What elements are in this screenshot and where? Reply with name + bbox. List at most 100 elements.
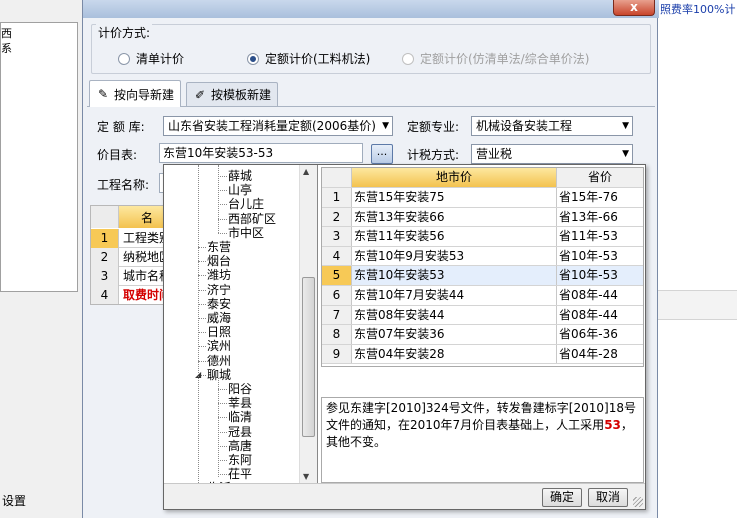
radio-quota-bill-pricing: 定额计价(仿清单法/综合单价法) — [402, 50, 589, 67]
tree-connector — [218, 445, 227, 447]
table-row[interactable]: 4 东营10年9月安装53 省10年-53 — [322, 246, 643, 267]
radio-label: 定额计价(仿清单法/综合单价法) — [420, 52, 590, 66]
pricing-method-title: 计价方式: — [96, 24, 153, 41]
tree-item[interactable]: 阳谷 — [228, 382, 252, 396]
tree-item[interactable]: 茌平 — [228, 467, 252, 481]
tree-item[interactable]: 市中区 — [228, 226, 264, 240]
tree-item[interactable]: 济宁 — [207, 283, 231, 297]
row-number: 6 — [322, 286, 352, 305]
tree-item[interactable]: 德州 — [207, 354, 231, 368]
table-row[interactable]: 2 东营13年安装66 省13年-66 — [322, 207, 643, 228]
tree-item[interactable]: 东营 — [207, 240, 231, 254]
radio-label: 清单计价 — [136, 52, 185, 66]
tree-connector — [198, 346, 206, 348]
tree-connector — [198, 165, 199, 483]
background-strip — [658, 290, 737, 320]
radio-icon — [118, 52, 130, 65]
tree-item[interactable]: 烟台 — [207, 254, 231, 268]
tree-connector — [218, 474, 227, 476]
price-list-field[interactable]: 东营10年安装53-53 — [159, 143, 363, 163]
tree-item[interactable]: 莘县 — [228, 396, 252, 410]
city-price-cell: 东营04年安装28 — [352, 344, 557, 364]
table-row[interactable]: 6 东营10年7月安装44 省08年-44 — [322, 286, 643, 306]
tree-item[interactable]: 泰安 — [207, 297, 231, 311]
tree-item[interactable]: 山亭 — [228, 183, 252, 197]
dialog-titlebar[interactable]: x — [83, 0, 659, 18]
column-header-province-price[interactable]: 省价 — [557, 168, 643, 187]
row-text: 城市名称 — [123, 269, 165, 283]
row-text: 纳税地区 — [123, 250, 165, 264]
tab-label: 按向导新建 — [114, 87, 175, 102]
tab-template[interactable]: ✐ 按模板新建 — [186, 82, 279, 106]
province-price-cell: 省08年-44 — [559, 307, 618, 322]
radio-label: 定额计价(工料机法) — [265, 52, 371, 66]
tree-item[interactable]: 冠县 — [228, 425, 252, 439]
table-row[interactable]: 3 城市名称 — [91, 267, 165, 286]
tree-item[interactable]: 聊城 — [207, 368, 231, 382]
radio-quota-pricing[interactable]: 定额计价(工料机法) — [247, 50, 370, 67]
tab-wizard[interactable]: ✎ 按向导新建 — [89, 80, 182, 107]
scrollbar-thumb[interactable] — [302, 277, 315, 437]
radio-checked-icon — [247, 52, 259, 65]
table-row[interactable]: 1 东营15年安装75 省15年-76 — [322, 188, 643, 208]
table-row[interactable]: 1 工程类别 — [91, 229, 165, 248]
city-price-cell: 东营08年安装44 — [352, 305, 557, 325]
tree-item[interactable]: 高唐 — [228, 439, 252, 453]
background-tree-item[interactable]: 系 — [1, 40, 12, 56]
scroll-up-icon[interactable]: ▲ — [303, 167, 309, 176]
cancel-button[interactable]: 取消 — [588, 488, 628, 507]
tree-item[interactable]: 日照 — [207, 325, 231, 339]
city-price-cell: 东营10年9月安装53 — [352, 246, 557, 266]
ok-button[interactable]: 确定 — [542, 488, 582, 507]
tree-item[interactable]: 潍坊 — [207, 268, 231, 282]
tree-connector — [218, 232, 227, 234]
city-price-cell: 东营11年安装56 — [352, 227, 557, 246]
radio-bill-pricing[interactable]: 清单计价 — [118, 50, 184, 67]
quota-major-combo[interactable]: 机械设备安装工程 ▼ — [471, 116, 633, 136]
tree-item[interactable]: 薛城 — [228, 169, 252, 183]
tree-item[interactable]: 西部矿区 — [228, 212, 276, 226]
table-row[interactable]: 8 东营07年安装36 省06年-36 — [322, 325, 643, 345]
background-tree-item[interactable]: 西 — [1, 25, 12, 41]
table-row[interactable]: 2 纳税地区 — [91, 248, 165, 267]
column-header-city-price[interactable]: 地市价 — [352, 168, 557, 187]
row-number: 7 — [322, 305, 352, 325]
tree-connector — [218, 389, 227, 390]
tree-connector — [198, 318, 206, 319]
chevron-down-icon: ▼ — [382, 121, 389, 131]
tax-method-combo[interactable]: 营业税 ▼ — [471, 144, 633, 164]
tree-connector — [198, 261, 206, 263]
browse-button[interactable]: ... — [371, 144, 393, 164]
table-row[interactable]: 4 取费时间 — [91, 286, 165, 304]
row-number: 3 — [91, 267, 119, 286]
province-price-cell: 省04年-28 — [559, 346, 618, 361]
project-name-label: 工程名称: — [97, 178, 150, 192]
row-number: 4 — [91, 286, 119, 304]
table-row[interactable]: 5 东营10年安装53 省10年-53 — [322, 266, 643, 286]
province-price-cell: 省11年-53 — [559, 229, 618, 244]
close-button[interactable]: x — [613, 0, 655, 16]
tree-item[interactable]: 威海 — [207, 311, 231, 325]
tab-label: 按模板新建 — [211, 88, 272, 102]
table-row[interactable]: 9 东营04年安装28 省04年-28 — [322, 344, 643, 365]
price-list-popup: 薛城 山亭 台儿庄 西部矿区 市中区 东营 烟台 潍坊 济宁 泰安 威海 日照 滨州 德州 聊城 ◢ 阳谷 莘县临… — [163, 164, 646, 510]
chevron-down-icon: ▼ — [622, 149, 629, 159]
scroll-down-icon[interactable]: ▼ — [303, 472, 309, 481]
tree-scrollbar[interactable]: ▲ ▼ — [299, 165, 317, 483]
tree-item[interactable]: 滨州 — [207, 339, 231, 353]
tree-connector — [198, 247, 206, 248]
tree-item[interactable]: 台儿庄 — [228, 197, 264, 211]
tree-item[interactable]: 东阿 — [228, 453, 252, 467]
tree-item[interactable]: 临清 — [228, 410, 252, 424]
table-row[interactable]: 7 东营08年安装44 省08年-44 — [322, 305, 643, 326]
radio-icon — [402, 52, 414, 65]
quota-lib-combo[interactable]: 山东省安装工程消耗量定额(2006基价) ▼ — [163, 116, 393, 136]
table-row[interactable]: 3 东营11年安装56 省11年-53 — [322, 227, 643, 247]
city-price-cell: 东营07年安装36 — [352, 325, 557, 344]
tree-connector — [218, 460, 227, 461]
price-list-value: 东营10年安装53-53 — [163, 146, 274, 160]
region-tree: 薛城 山亭 台儿庄 西部矿区 市中区 东营 烟台 潍坊 济宁 泰安 威海 日照 滨州 德州 聊城 ◢ 阳谷 莘县临… — [164, 165, 318, 483]
resize-grip-icon[interactable] — [633, 497, 643, 507]
quota-major-value: 机械设备安装工程 — [476, 119, 573, 133]
row-number: 5 — [322, 266, 352, 285]
